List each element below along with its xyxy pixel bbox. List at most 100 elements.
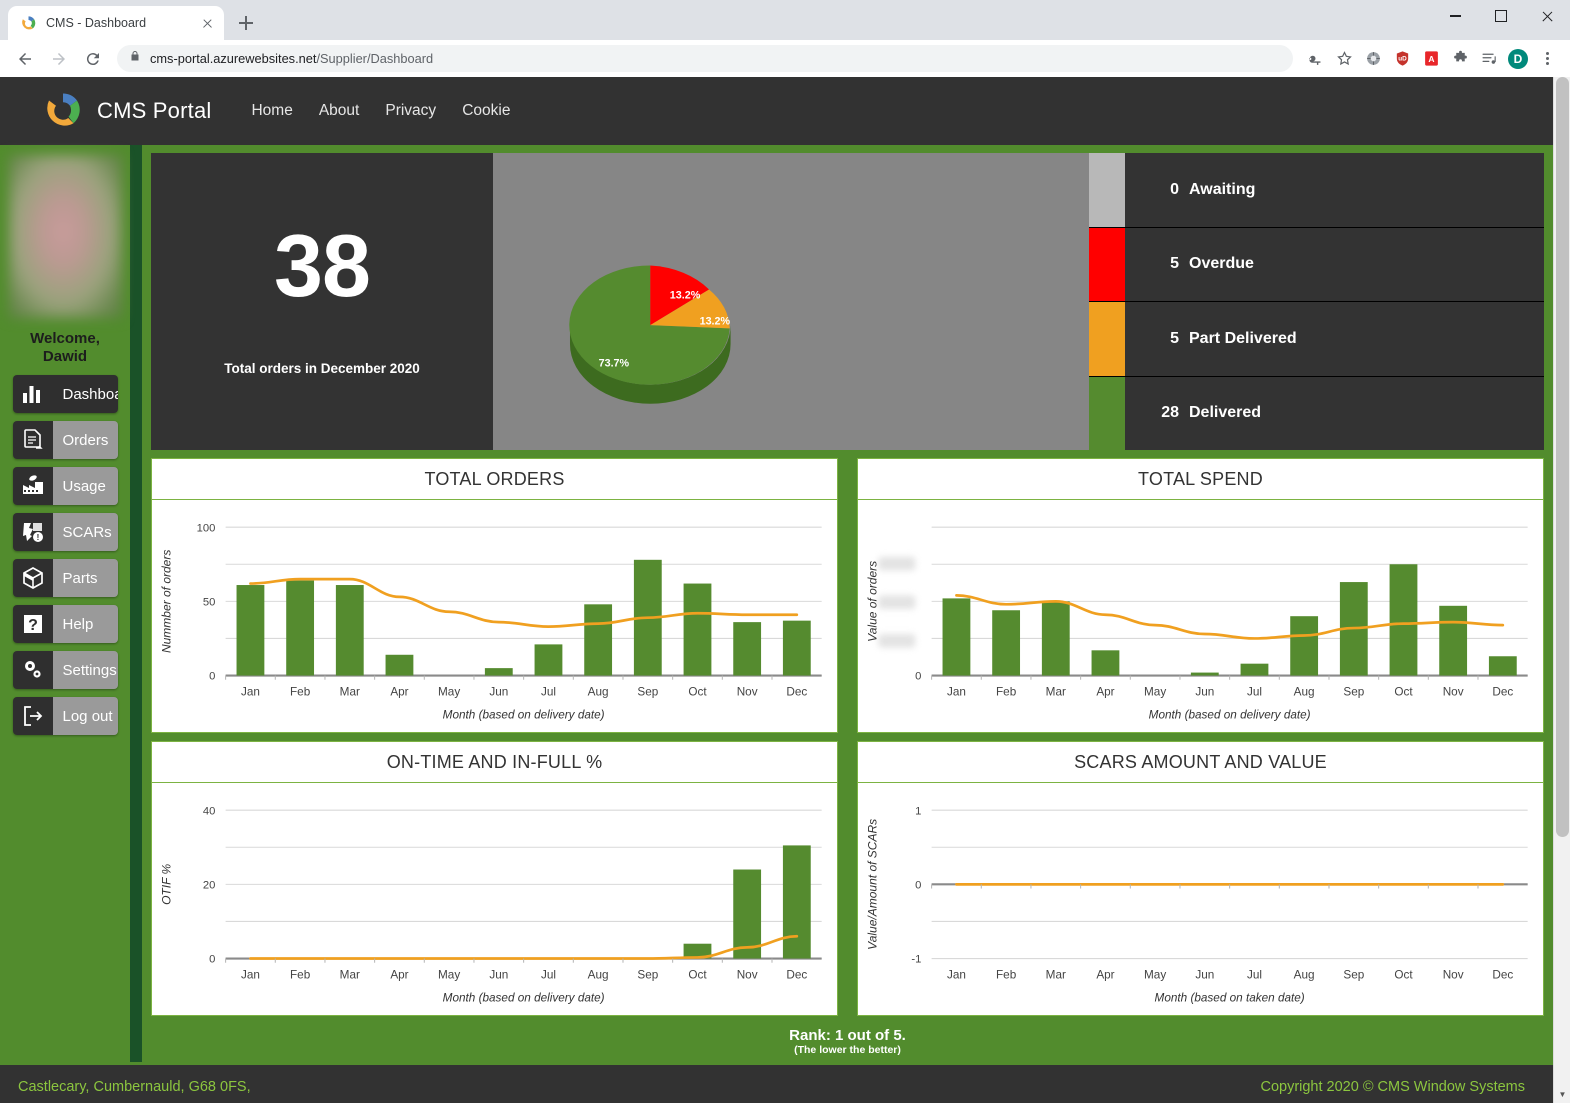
footer-address: Castlecary, Cumbernauld, G68 0FS, xyxy=(18,1078,251,1095)
sidebar-item-logout[interactable]: Log out xyxy=(12,697,118,735)
sidebar-item-settings[interactable]: Settings xyxy=(12,651,118,689)
back-button[interactable] xyxy=(9,43,41,75)
cms-logo-icon xyxy=(20,15,37,32)
kpi-value: 38 xyxy=(274,216,371,315)
x-tick-label: Jul xyxy=(541,684,556,698)
card-total-spend: TOTAL SPEND 0 Value of orders Jan Feb Mar Apr… xyxy=(857,458,1544,733)
x-tick-label: Jun xyxy=(489,967,508,981)
nav-link-home[interactable]: Home xyxy=(251,102,292,120)
tab-title: CMS - Dashboard xyxy=(46,16,147,30)
y-axis-label: OTIF % xyxy=(160,863,174,905)
forward-button[interactable] xyxy=(43,43,75,75)
status-row-part-delivered[interactable]: 5 Part Delivered xyxy=(1089,302,1544,377)
minimize-button[interactable] xyxy=(1432,0,1478,32)
chart-bar xyxy=(584,604,613,676)
sidebar-item-help[interactable]: ? Help xyxy=(12,605,118,643)
chart-bar xyxy=(484,668,513,676)
x-tick-label: Dec xyxy=(786,684,807,698)
sidebar-item-parts[interactable]: Parts xyxy=(12,559,118,597)
x-tick-label: Jan xyxy=(947,684,966,698)
dashboard-content: 38 Total orders in December 2020 13.2% 1… xyxy=(142,145,1553,1062)
key-icon[interactable] xyxy=(1302,46,1328,72)
page-scrollbar[interactable]: ▼ xyxy=(1553,77,1570,1103)
address-bar[interactable]: cms-portal.azurewebsites.net/Supplier/Da… xyxy=(117,45,1293,72)
status-row-awaiting[interactable]: 0 Awaiting xyxy=(1089,153,1544,228)
x-tick-label: Feb xyxy=(290,967,311,981)
reload-button[interactable] xyxy=(77,43,109,75)
x-tick-label: Aug xyxy=(588,967,609,981)
site-navbar: CMS Portal Home About Privacy Cookie xyxy=(0,77,1553,145)
scroll-down-arrow[interactable]: ▼ xyxy=(1554,1086,1570,1103)
factory-icon xyxy=(12,467,53,505)
kpi-total-orders: 38 Total orders in December 2020 xyxy=(151,153,493,450)
toolbar-icons: uD A D xyxy=(1302,46,1560,72)
charts-row-bottom: ON-TIME AND IN-FULL % 0 20 40 OTIF % Jan Feb M… xyxy=(151,740,1544,1016)
chart-bar xyxy=(683,583,712,676)
status-swatch xyxy=(1089,153,1125,227)
pie-label-delivered: 73.7% xyxy=(599,357,630,369)
chart-bar xyxy=(236,585,265,676)
scrollbar-thumb[interactable] xyxy=(1556,77,1569,837)
chart-bar xyxy=(1091,650,1120,676)
sidebar-divider-stripe xyxy=(130,145,142,1062)
new-tab-button[interactable] xyxy=(232,9,260,37)
puzzle-extensions-icon[interactable] xyxy=(1447,46,1473,72)
y-tick-label: 0 xyxy=(209,671,215,683)
chart-bar xyxy=(1389,564,1418,676)
sidebar-label: Help xyxy=(52,605,118,643)
chart-bar xyxy=(782,620,811,676)
logout-arrow-icon xyxy=(12,697,53,735)
browser-tab[interactable]: CMS - Dashboard xyxy=(8,6,224,40)
x-axis-label: Month (based on delivery date) xyxy=(443,990,605,1004)
rank-banner: Rank: 1 out of 5. (The lower the better) xyxy=(151,1024,1544,1062)
nav-links: Home About Privacy Cookie xyxy=(251,102,510,120)
status-label: Awaiting xyxy=(1189,180,1256,198)
x-tick-label: Jul xyxy=(1247,967,1262,981)
x-tick-label: May xyxy=(1144,684,1166,698)
footer-copyright: Copyright 2020 © CMS Window Systems xyxy=(1260,1078,1525,1095)
close-window-button[interactable] xyxy=(1524,0,1570,32)
close-tab-icon[interactable] xyxy=(199,15,216,32)
maximize-button[interactable] xyxy=(1478,0,1524,32)
svg-text:?: ? xyxy=(28,617,38,634)
status-row-delivered[interactable]: 28 Delivered xyxy=(1089,376,1544,450)
sidebar-label: Parts xyxy=(52,559,118,597)
sidebar-item-dashboard[interactable]: Dashboard xyxy=(12,375,118,413)
page-viewport: CMS Portal Home About Privacy Cookie Wel… xyxy=(0,77,1570,1103)
status-count: 0 xyxy=(1170,180,1179,198)
sidebar-item-usage[interactable]: Usage xyxy=(12,467,118,505)
x-tick-label: Apr xyxy=(390,684,408,698)
media-list-icon[interactable] xyxy=(1476,46,1502,72)
sidebar-label: Dashboard xyxy=(52,375,118,413)
rank-text: Rank: 1 out of 5. xyxy=(789,1026,906,1044)
sidebar: Welcome, Dawid Dashboard Orders xyxy=(0,145,130,1062)
x-tick-label: Jun xyxy=(1195,967,1214,981)
chart-bar xyxy=(1290,616,1319,676)
shield-ublock-icon[interactable]: uD xyxy=(1389,46,1415,72)
nav-link-about[interactable]: About xyxy=(319,102,360,120)
order-status-pie-chart: 13.2% 13.2% 73.7% xyxy=(493,153,1089,450)
status-label: Delivered xyxy=(1189,404,1262,422)
sidebar-label: SCARs xyxy=(52,513,118,551)
sidebar-item-scars[interactable]: ! SCARs xyxy=(12,513,118,551)
adobe-pdf-icon[interactable]: A xyxy=(1418,46,1444,72)
profile-avatar[interactable]: D xyxy=(1505,46,1531,72)
x-tick-label: Sep xyxy=(1343,967,1364,981)
extension-film-icon[interactable] xyxy=(1360,46,1386,72)
rank-subtext: (The lower the better) xyxy=(794,1043,901,1056)
star-icon[interactable] xyxy=(1331,46,1357,72)
y-tick-label: 0 xyxy=(915,879,921,891)
brand-name: CMS Portal xyxy=(97,98,212,123)
nav-link-privacy[interactable]: Privacy xyxy=(385,102,436,120)
sidebar-item-orders[interactable]: Orders xyxy=(12,421,118,459)
status-row-overdue[interactable]: 5 Overdue xyxy=(1089,227,1544,302)
brand-logo[interactable]: CMS Portal xyxy=(42,90,211,132)
charts-area: TOTAL ORDERS 0 50 100 Nummber of orders Jan F… xyxy=(151,450,1544,1062)
nav-link-cookie[interactable]: Cookie xyxy=(462,102,510,120)
x-axis-label: Month (based on delivery date) xyxy=(1149,707,1311,721)
kebab-menu-icon[interactable] xyxy=(1534,46,1560,72)
status-swatch xyxy=(1089,376,1125,450)
order-status-list: 0 Awaiting 5 Overdue 5 Part Delivered 28… xyxy=(1089,153,1544,450)
sidebar-label: Orders xyxy=(52,421,118,459)
x-tick-label: Sep xyxy=(1343,684,1364,698)
